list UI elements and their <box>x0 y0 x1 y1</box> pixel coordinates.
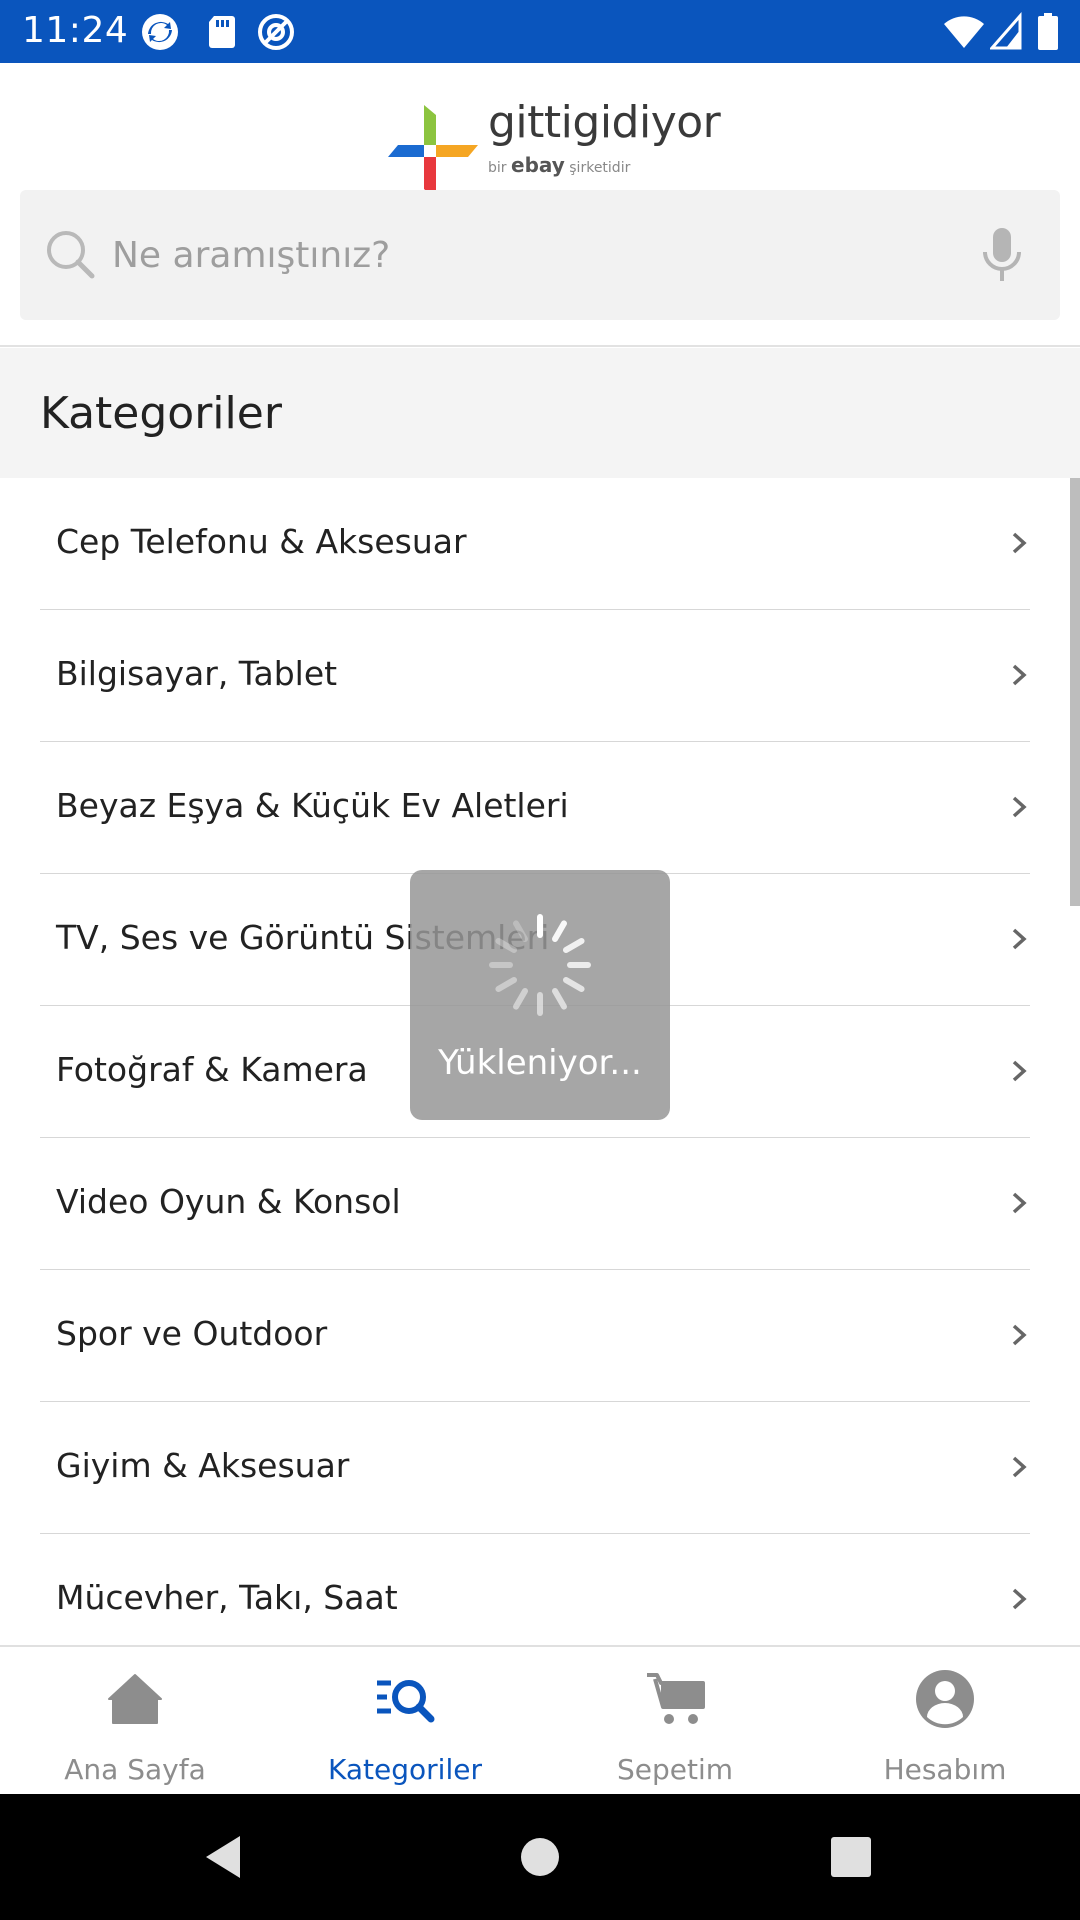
category-item[interactable]: Cep Telefonu & Aksesuar <box>40 478 1030 610</box>
logo-wordmark: gittigidiyor <box>488 97 721 148</box>
wifi-icon <box>944 16 984 48</box>
tab-home[interactable]: Ana Sayfa <box>0 1647 270 1796</box>
category-item[interactable]: Beyaz Eşya & Küçük Ev Aletleri <box>40 742 1030 874</box>
search-icon <box>47 231 95 279</box>
battery-icon <box>1038 13 1058 50</box>
tab-label: Kategoriler <box>328 1753 482 1786</box>
bottom-nav: Ana Sayfa Kategoriler Sepetim Hesabım <box>0 1645 1080 1794</box>
chevron-right-icon <box>1012 796 1027 818</box>
gittigidiyor-logo[interactable]: gittigidiyor bir ebay şirketidir <box>388 83 721 199</box>
page-title: Kategoriler <box>40 388 282 439</box>
logo-mark-icon <box>388 105 478 199</box>
category-item[interactable]: Giyim & Aksesuar <box>40 1402 1030 1534</box>
category-label: Beyaz Eşya & Küçük Ev Aletleri <box>56 786 569 825</box>
back-button[interactable] <box>200 1832 250 1882</box>
chevron-right-icon <box>1012 532 1027 554</box>
categories-header: Kategoriler <box>0 348 1080 478</box>
category-label: Giyim & Aksesuar <box>56 1446 350 1485</box>
at-icon <box>258 14 294 50</box>
chevron-right-icon <box>1012 1192 1027 1214</box>
tab-cart[interactable]: Sepetim <box>540 1647 810 1796</box>
category-label: Video Oyun & Konsol <box>56 1182 401 1221</box>
categories-search-icon <box>377 1680 435 1723</box>
category-item[interactable]: Spor ve Outdoor <box>40 1270 1030 1402</box>
chevron-right-icon <box>1012 1456 1027 1478</box>
search-input[interactable] <box>112 220 952 290</box>
category-item[interactable]: Bilgisayar, Tablet <box>40 610 1030 742</box>
chevron-right-icon <box>1012 1060 1027 1082</box>
sync-icon <box>142 14 178 50</box>
loading-dialog: Yükleniyor... <box>410 870 670 1120</box>
home-icon <box>108 1674 162 1724</box>
tab-label: Sepetim <box>616 1753 734 1786</box>
chevron-right-icon <box>1012 664 1027 686</box>
loading-text: Yükleniyor... <box>438 1043 642 1083</box>
app-header: gittigidiyor bir ebay şirketidir <box>0 63 1080 347</box>
logo-tagline: bir ebay şirketidir <box>488 153 631 177</box>
search-bar[interactable] <box>20 190 1060 320</box>
cart-icon <box>647 1673 705 1724</box>
scrollbar-thumb[interactable] <box>1070 478 1080 906</box>
tab-categories[interactable]: Kategoriler <box>270 1647 540 1796</box>
tab-label: Hesabım <box>883 1753 1007 1786</box>
category-item[interactable]: Video Oyun & Konsol <box>40 1138 1030 1270</box>
signal-icon <box>990 12 1022 50</box>
chevron-right-icon <box>1012 1588 1027 1610</box>
sd-card-icon <box>209 16 235 48</box>
category-item[interactable]: Mücevher, Takı, Saat <box>40 1534 1030 1645</box>
category-label: Bilgisayar, Tablet <box>56 654 338 693</box>
chevron-right-icon <box>1012 1324 1027 1346</box>
chevron-right-icon <box>1012 928 1027 950</box>
category-label: Spor ve Outdoor <box>56 1314 328 1353</box>
category-label: Cep Telefonu & Aksesuar <box>56 522 467 561</box>
microphone-icon[interactable] <box>976 226 1028 284</box>
home-button[interactable] <box>515 1832 565 1882</box>
status-bar: 11:24 <box>0 0 1080 63</box>
status-time: 11:24 <box>22 10 129 51</box>
system-nav-bar <box>0 1794 1080 1920</box>
loading-spinner-icon <box>489 914 591 1016</box>
recents-button[interactable] <box>826 1832 876 1882</box>
account-icon <box>916 1670 974 1728</box>
category-label: Mücevher, Takı, Saat <box>56 1578 398 1617</box>
tab-label: Ana Sayfa <box>64 1753 206 1786</box>
tab-account[interactable]: Hesabım <box>810 1647 1080 1796</box>
category-label: Fotoğraf & Kamera <box>56 1050 368 1089</box>
